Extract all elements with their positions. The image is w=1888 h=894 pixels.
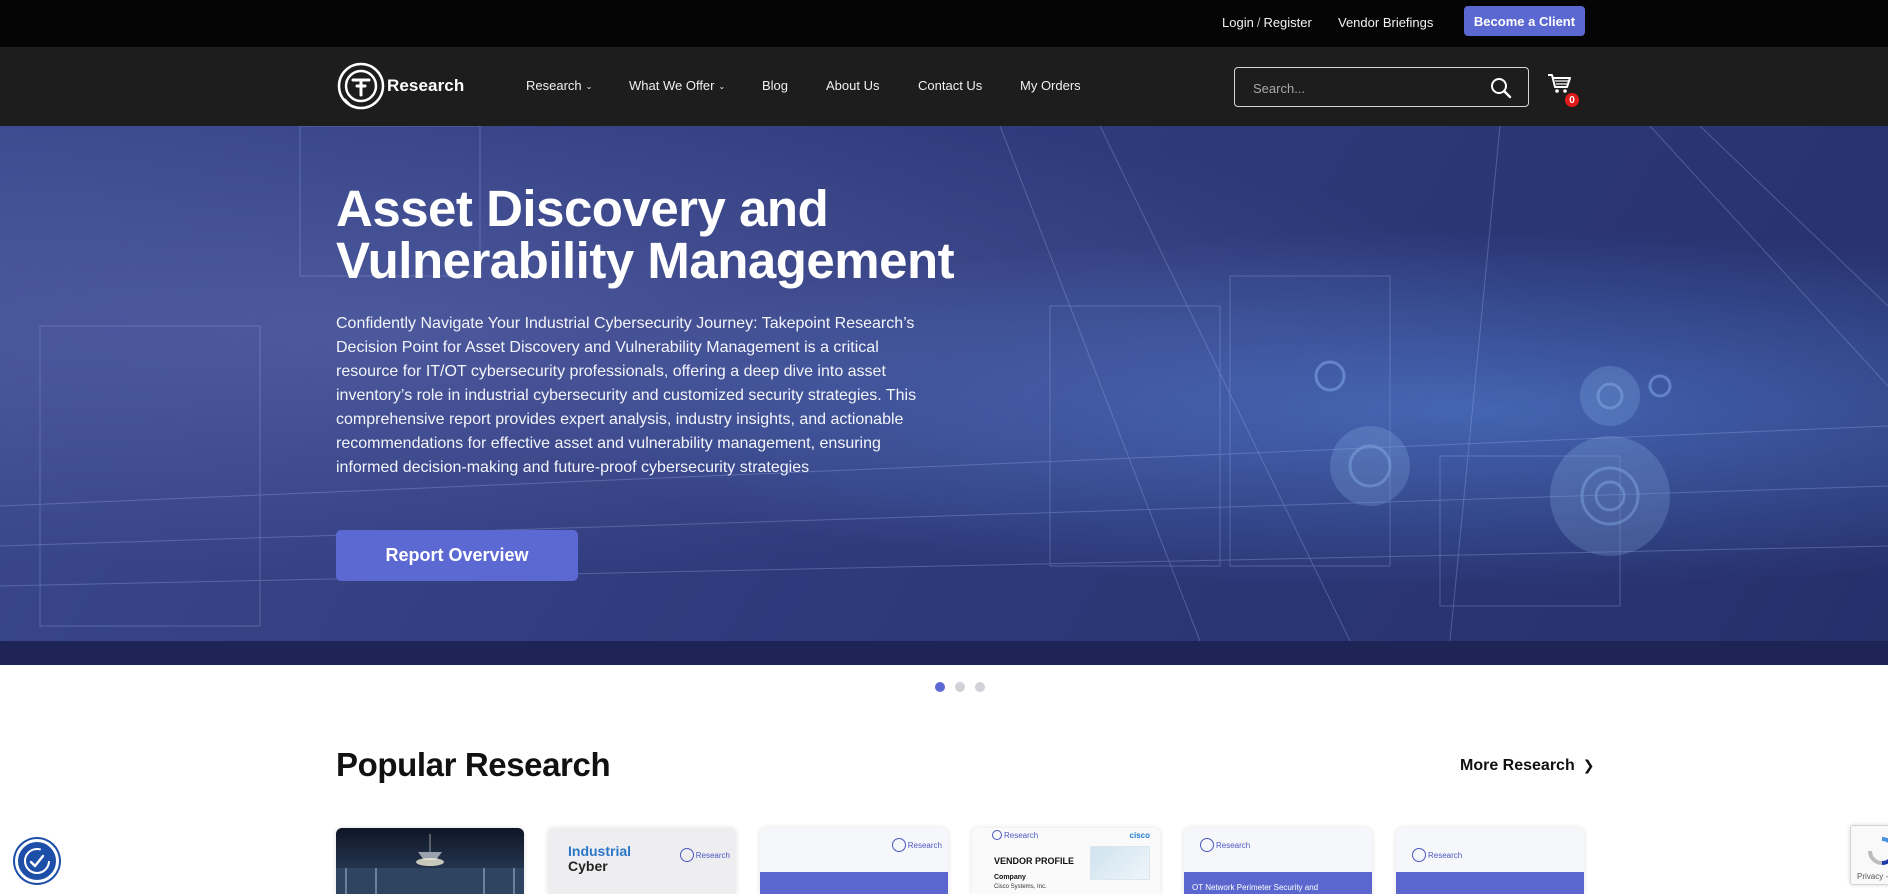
search-input[interactable] bbox=[1253, 78, 1483, 98]
research-card[interactable]: Industrial Cyber Research bbox=[548, 828, 736, 894]
takepoint-logo-icon bbox=[337, 62, 385, 110]
main-navigation: Research Research ⌄ What We Offer ⌄ Blog A… bbox=[0, 47, 1888, 126]
nav-item-what-we-offer[interactable]: What We Offer ⌄ bbox=[629, 78, 725, 93]
industrial-cyber-brand: Industrial Cyber bbox=[568, 844, 631, 874]
report-overview-button[interactable]: Report Overview bbox=[336, 530, 578, 581]
slider-pagination bbox=[935, 682, 985, 692]
nav-item-label: Contact Us bbox=[918, 78, 983, 93]
slider-dot-1[interactable] bbox=[935, 682, 945, 692]
nav-item-my-orders[interactable]: My Orders bbox=[1020, 78, 1081, 93]
research-card[interactable]: Research bbox=[1396, 828, 1584, 894]
nav-item-label: About Us bbox=[826, 78, 880, 93]
logo-ring-icon bbox=[992, 830, 1002, 840]
partner-logo: cisco bbox=[1129, 831, 1150, 840]
vendor-briefings-link[interactable]: Vendor Briefings bbox=[1338, 15, 1433, 30]
card-logo-text: Research bbox=[695, 850, 730, 860]
nav-item-label: Blog bbox=[762, 78, 789, 93]
card-cover-band bbox=[1396, 872, 1584, 894]
nav-item-about-us[interactable]: About Us bbox=[826, 78, 879, 93]
brand-top-text: Industrial bbox=[568, 843, 632, 859]
card-logo: Research bbox=[992, 830, 1038, 840]
search-icon[interactable] bbox=[1490, 77, 1512, 99]
recaptcha-text: Privacy - Terms bbox=[1857, 872, 1888, 881]
accessibility-widget-button[interactable] bbox=[15, 839, 59, 883]
recaptcha-badge[interactable]: Privacy - Terms bbox=[1850, 825, 1888, 885]
login-register-link[interactable]: Login / Register bbox=[1222, 15, 1312, 30]
nav-item-blog[interactable]: Blog bbox=[762, 78, 788, 93]
login-link[interactable]: Login bbox=[1222, 15, 1254, 30]
become-client-button[interactable]: Become a Client bbox=[1464, 6, 1585, 36]
popular-research-heading: Popular Research bbox=[336, 746, 611, 783]
chevron-right-icon: ❯ bbox=[1582, 757, 1595, 773]
logo-ring-icon bbox=[679, 848, 694, 862]
card-logo-text: Research bbox=[1216, 840, 1251, 850]
card-cover-band bbox=[760, 872, 948, 894]
card-logo: Research bbox=[1200, 838, 1250, 852]
recaptcha-icon bbox=[1868, 837, 1888, 865]
card-title-text: OT Network Perimeter Security and bbox=[1192, 883, 1319, 892]
logo-text: Research bbox=[387, 76, 465, 95]
company-name: Cisco Systems, Inc. bbox=[994, 884, 1047, 890]
profile-graphic bbox=[1090, 846, 1150, 880]
search-box bbox=[1234, 67, 1529, 107]
hero-bottom-strip bbox=[0, 641, 1888, 665]
warehouse-photo-thumbnail bbox=[336, 834, 524, 894]
site-logo[interactable]: Research bbox=[336, 61, 464, 111]
nav-item-label: My Orders bbox=[1020, 78, 1081, 93]
brand-bottom-text: Cyber bbox=[568, 858, 608, 874]
nav-item-label: Research bbox=[526, 78, 582, 93]
slider-dot-3[interactable] bbox=[975, 682, 985, 692]
card-cover-band: OT Network Perimeter Security and bbox=[1184, 872, 1372, 894]
company-label: Company bbox=[994, 874, 1026, 881]
research-card[interactable]: Research bbox=[760, 828, 948, 894]
nav-item-contact-us[interactable]: Contact Us bbox=[918, 78, 982, 93]
card-logo: Research bbox=[891, 838, 942, 852]
card-logo-text: Research bbox=[1004, 830, 1039, 840]
accessibility-icon bbox=[24, 848, 50, 874]
nav-item-research[interactable]: Research ⌄ bbox=[526, 78, 592, 93]
research-card[interactable] bbox=[336, 828, 524, 894]
logo-ring-icon bbox=[1412, 848, 1426, 862]
top-utility-bar: Login / Register Vendor Briefings Become a… bbox=[0, 0, 1888, 47]
card-logo: Research bbox=[1412, 848, 1462, 862]
hero-slider: Asset Discovery and Vulnerability Manage… bbox=[0, 126, 1888, 641]
chevron-down-icon: ⌄ bbox=[718, 82, 726, 91]
vendor-profile-heading: VENDOR PROFILE bbox=[994, 856, 1075, 866]
logo-ring-icon bbox=[891, 838, 906, 852]
research-card[interactable]: Research cisco VENDOR PROFILE Company Ci… bbox=[972, 828, 1160, 894]
logo-ring-icon bbox=[1200, 838, 1214, 852]
login-separator: / bbox=[1256, 15, 1261, 30]
research-card[interactable]: Research OT Network Perimeter Security a… bbox=[1184, 828, 1372, 894]
card-logo-text: Research bbox=[1428, 850, 1463, 860]
slider-dot-2[interactable] bbox=[955, 682, 965, 692]
hero-description: Confidently Navigate Your Industrial Cyb… bbox=[336, 315, 917, 476]
more-research-label: More Research bbox=[1460, 757, 1575, 774]
card-logo-text: Research bbox=[907, 840, 942, 850]
card-logo: Research bbox=[679, 848, 730, 862]
more-research-link[interactable]: More Research ❯ bbox=[1460, 757, 1594, 775]
chevron-down-icon: ⌄ bbox=[585, 82, 593, 91]
cart-count-badge: 0 bbox=[1565, 93, 1579, 107]
nav-item-label: What We Offer bbox=[629, 78, 715, 93]
hero-title: Asset Discovery and Vulnerability Manage… bbox=[336, 180, 955, 289]
register-link[interactable]: Register bbox=[1263, 15, 1311, 30]
